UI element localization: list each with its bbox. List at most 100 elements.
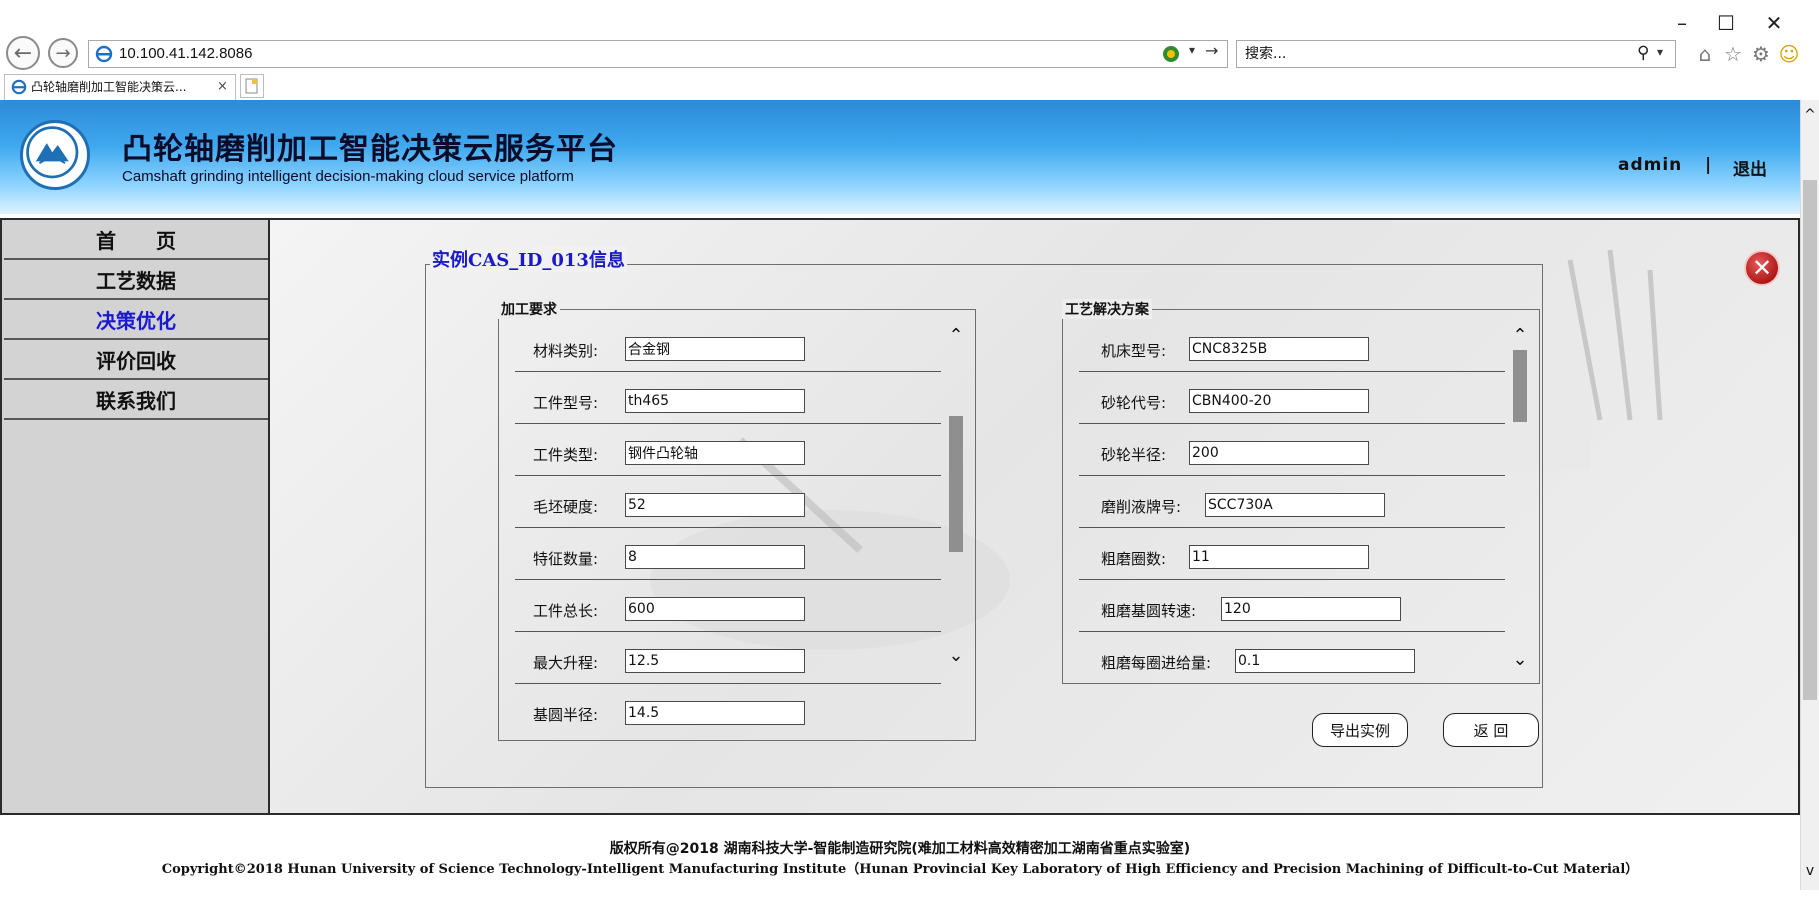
field-label: 工件类型: (533, 446, 599, 464)
field-row: 工件型号: (515, 372, 941, 424)
tab-close-icon[interactable]: × (217, 75, 228, 99)
go-arrow-icon[interactable]: → (1205, 41, 1218, 60)
search-icon[interactable]: ⚲ (1637, 43, 1649, 63)
header-separator: | (1705, 155, 1712, 175)
requirements-fieldset: 加工要求 材料类别: 工件型号: 工件类型: 毛坯硬度: 特征数量: 工件总长:… (498, 299, 976, 741)
material-type-input[interactable] (625, 337, 805, 361)
rough-grind-rounds-input[interactable] (1189, 545, 1369, 569)
field-row: 工件总长: (515, 580, 941, 632)
ie-page-icon (95, 45, 113, 63)
new-tab-button[interactable] (240, 74, 264, 98)
export-case-button[interactable]: 导出实例 (1312, 713, 1408, 747)
field-label: 基圆半径: (533, 706, 599, 724)
rough-base-speed-input[interactable] (1221, 597, 1401, 621)
field-label: 砂轮代号: (1101, 394, 1167, 412)
scroll-down-icon[interactable]: ⌄ (1511, 649, 1529, 670)
scroll-down-icon[interactable]: ⌄ (947, 645, 965, 666)
tab-title[interactable]: 凸轮轴磨削加工智能决策云... (31, 75, 186, 99)
sidebar-item-evaluation[interactable]: 评价回收 (4, 342, 268, 380)
compat-view-icon[interactable] (1161, 44, 1181, 64)
favorites-star-icon[interactable]: ☆ (1720, 40, 1746, 68)
field-row: 粗磨基圆转速: (1079, 580, 1505, 632)
site-subtitle: Camshaft grinding intelligent decision-m… (122, 168, 574, 185)
field-row: 工件类型: (515, 424, 941, 476)
scroll-up-icon[interactable]: ^ (1801, 106, 1819, 124)
machine-model-input[interactable] (1189, 337, 1369, 361)
field-label: 磨削液牌号: (1101, 498, 1182, 516)
university-logo (20, 120, 90, 190)
search-dropdown-icon[interactable]: ▾ (1657, 45, 1663, 59)
page-scrollbar[interactable]: ^ v (1800, 100, 1819, 890)
site-title: 凸轮轴磨削加工智能决策云服务平台 (122, 132, 618, 167)
field-label: 工件总长: (533, 602, 599, 620)
site-header: 凸轮轴磨削加工智能决策云服务平台 Camshaft grinding intel… (0, 100, 1800, 214)
scroll-down-icon[interactable]: v (1801, 862, 1819, 880)
field-label: 粗磨基圆转速: (1101, 602, 1197, 620)
wheel-code-input[interactable] (1189, 389, 1369, 413)
base-circle-radius-input[interactable] (625, 701, 805, 725)
search-input[interactable] (1245, 42, 1605, 66)
browser-tab[interactable]: 凸轮轴磨削加工智能决策云... × (4, 74, 236, 100)
settings-gear-icon[interactable]: ⚙ (1748, 40, 1774, 68)
workpiece-type-input[interactable] (625, 441, 805, 465)
address-bar[interactable]: 10.100.41.142.8086 ▾ → (88, 40, 1228, 68)
field-row: 粗磨每圈进给量: (1079, 632, 1505, 677)
scroll-up-icon[interactable]: ⌃ (947, 325, 965, 346)
max-lift-input[interactable] (625, 649, 805, 673)
field-row: 砂轮代号: (1079, 372, 1505, 424)
field-row: 砂轮半径: (1079, 424, 1505, 476)
sidebar-item-contact[interactable]: 联系我们 (4, 382, 268, 420)
sidebar-item-home[interactable]: 首 页 (4, 222, 268, 260)
current-user: admin (1618, 155, 1683, 175)
search-box[interactable]: ⚲ ▾ (1236, 40, 1676, 68)
workpiece-model-input[interactable] (625, 389, 805, 413)
back-arrow-icon: ← (13, 40, 33, 66)
sidebar-item-process-data[interactable]: 工艺数据 (4, 262, 268, 300)
field-label: 砂轮半径: (1101, 446, 1167, 464)
dropdown-icon[interactable]: ▾ (1189, 43, 1195, 57)
close-x-icon: ✕ (1751, 254, 1773, 282)
tab-favicon-icon (11, 79, 27, 95)
blank-hardness-input[interactable] (625, 493, 805, 517)
scroll-thumb[interactable] (1513, 350, 1527, 422)
field-label: 特征数量: (533, 550, 599, 568)
back-button[interactable]: ← (6, 36, 40, 70)
rough-feed-per-round-input[interactable] (1235, 649, 1415, 673)
home-icon[interactable]: ⌂ (1692, 40, 1718, 68)
field-row: 磨削液牌号: (1079, 476, 1505, 528)
solution-list: 机床型号: 砂轮代号: 砂轮半径: 磨削液牌号: 粗磨圈数: 粗磨基圆转速: 粗… (1079, 320, 1505, 677)
field-row: 基圆半径: (515, 684, 941, 734)
scroll-up-icon[interactable]: ⌃ (1511, 325, 1529, 346)
footer-copyright-cn: 版权所有@2018 湖南科技大学-智能制造研究院(难加工材料高效精密加工湖南省重… (609, 841, 1191, 857)
field-row: 特征数量: (515, 528, 941, 580)
scroll-thumb[interactable] (949, 416, 963, 552)
field-label: 最大升程: (533, 654, 599, 672)
solution-legend: 工艺解决方案 (1062, 299, 1152, 319)
minimize-icon[interactable]: – (1664, 8, 1700, 38)
address-text[interactable]: 10.100.41.142.8086 (119, 41, 252, 67)
window-close-icon[interactable]: ✕ (1756, 8, 1792, 38)
feature-count-input[interactable] (625, 545, 805, 569)
sidebar-item-decision-optimization[interactable]: 决策优化 (4, 302, 268, 340)
maximize-icon[interactable]: ☐ (1708, 8, 1744, 38)
field-row: 机床型号: (1079, 320, 1505, 372)
field-row: 材料类别: (515, 320, 941, 372)
forward-button[interactable]: → (48, 38, 78, 68)
wheel-radius-input[interactable] (1189, 441, 1369, 465)
logout-link[interactable]: 退出 (1733, 155, 1767, 180)
coolant-grade-input[interactable] (1205, 493, 1385, 517)
feedback-smiley-icon[interactable]: ☺ (1776, 40, 1802, 68)
field-label: 工件型号: (533, 394, 599, 412)
forward-arrow-icon: → (55, 42, 71, 64)
field-label: 机床型号: (1101, 342, 1167, 360)
total-length-input[interactable] (625, 597, 805, 621)
close-panel-button[interactable]: ✕ (1744, 250, 1780, 286)
page-scroll-thumb[interactable] (1803, 180, 1817, 700)
field-row: 粗磨圈数: (1079, 528, 1505, 580)
back-return-button[interactable]: 返 回 (1443, 713, 1539, 747)
field-label: 毛坯硬度: (533, 498, 599, 516)
browser-chrome: – ☐ ✕ ← → 10.100.41.142.8086 ▾ → ⚲ ▾ ⌂ ☆… (0, 0, 1819, 101)
requirements-scrollbar[interactable]: ⌃ ⌄ (947, 320, 965, 732)
solution-scrollbar[interactable]: ⌃ ⌄ (1511, 320, 1529, 675)
requirements-list: 材料类别: 工件型号: 工件类型: 毛坯硬度: 特征数量: 工件总长: 最大升程… (515, 320, 941, 734)
